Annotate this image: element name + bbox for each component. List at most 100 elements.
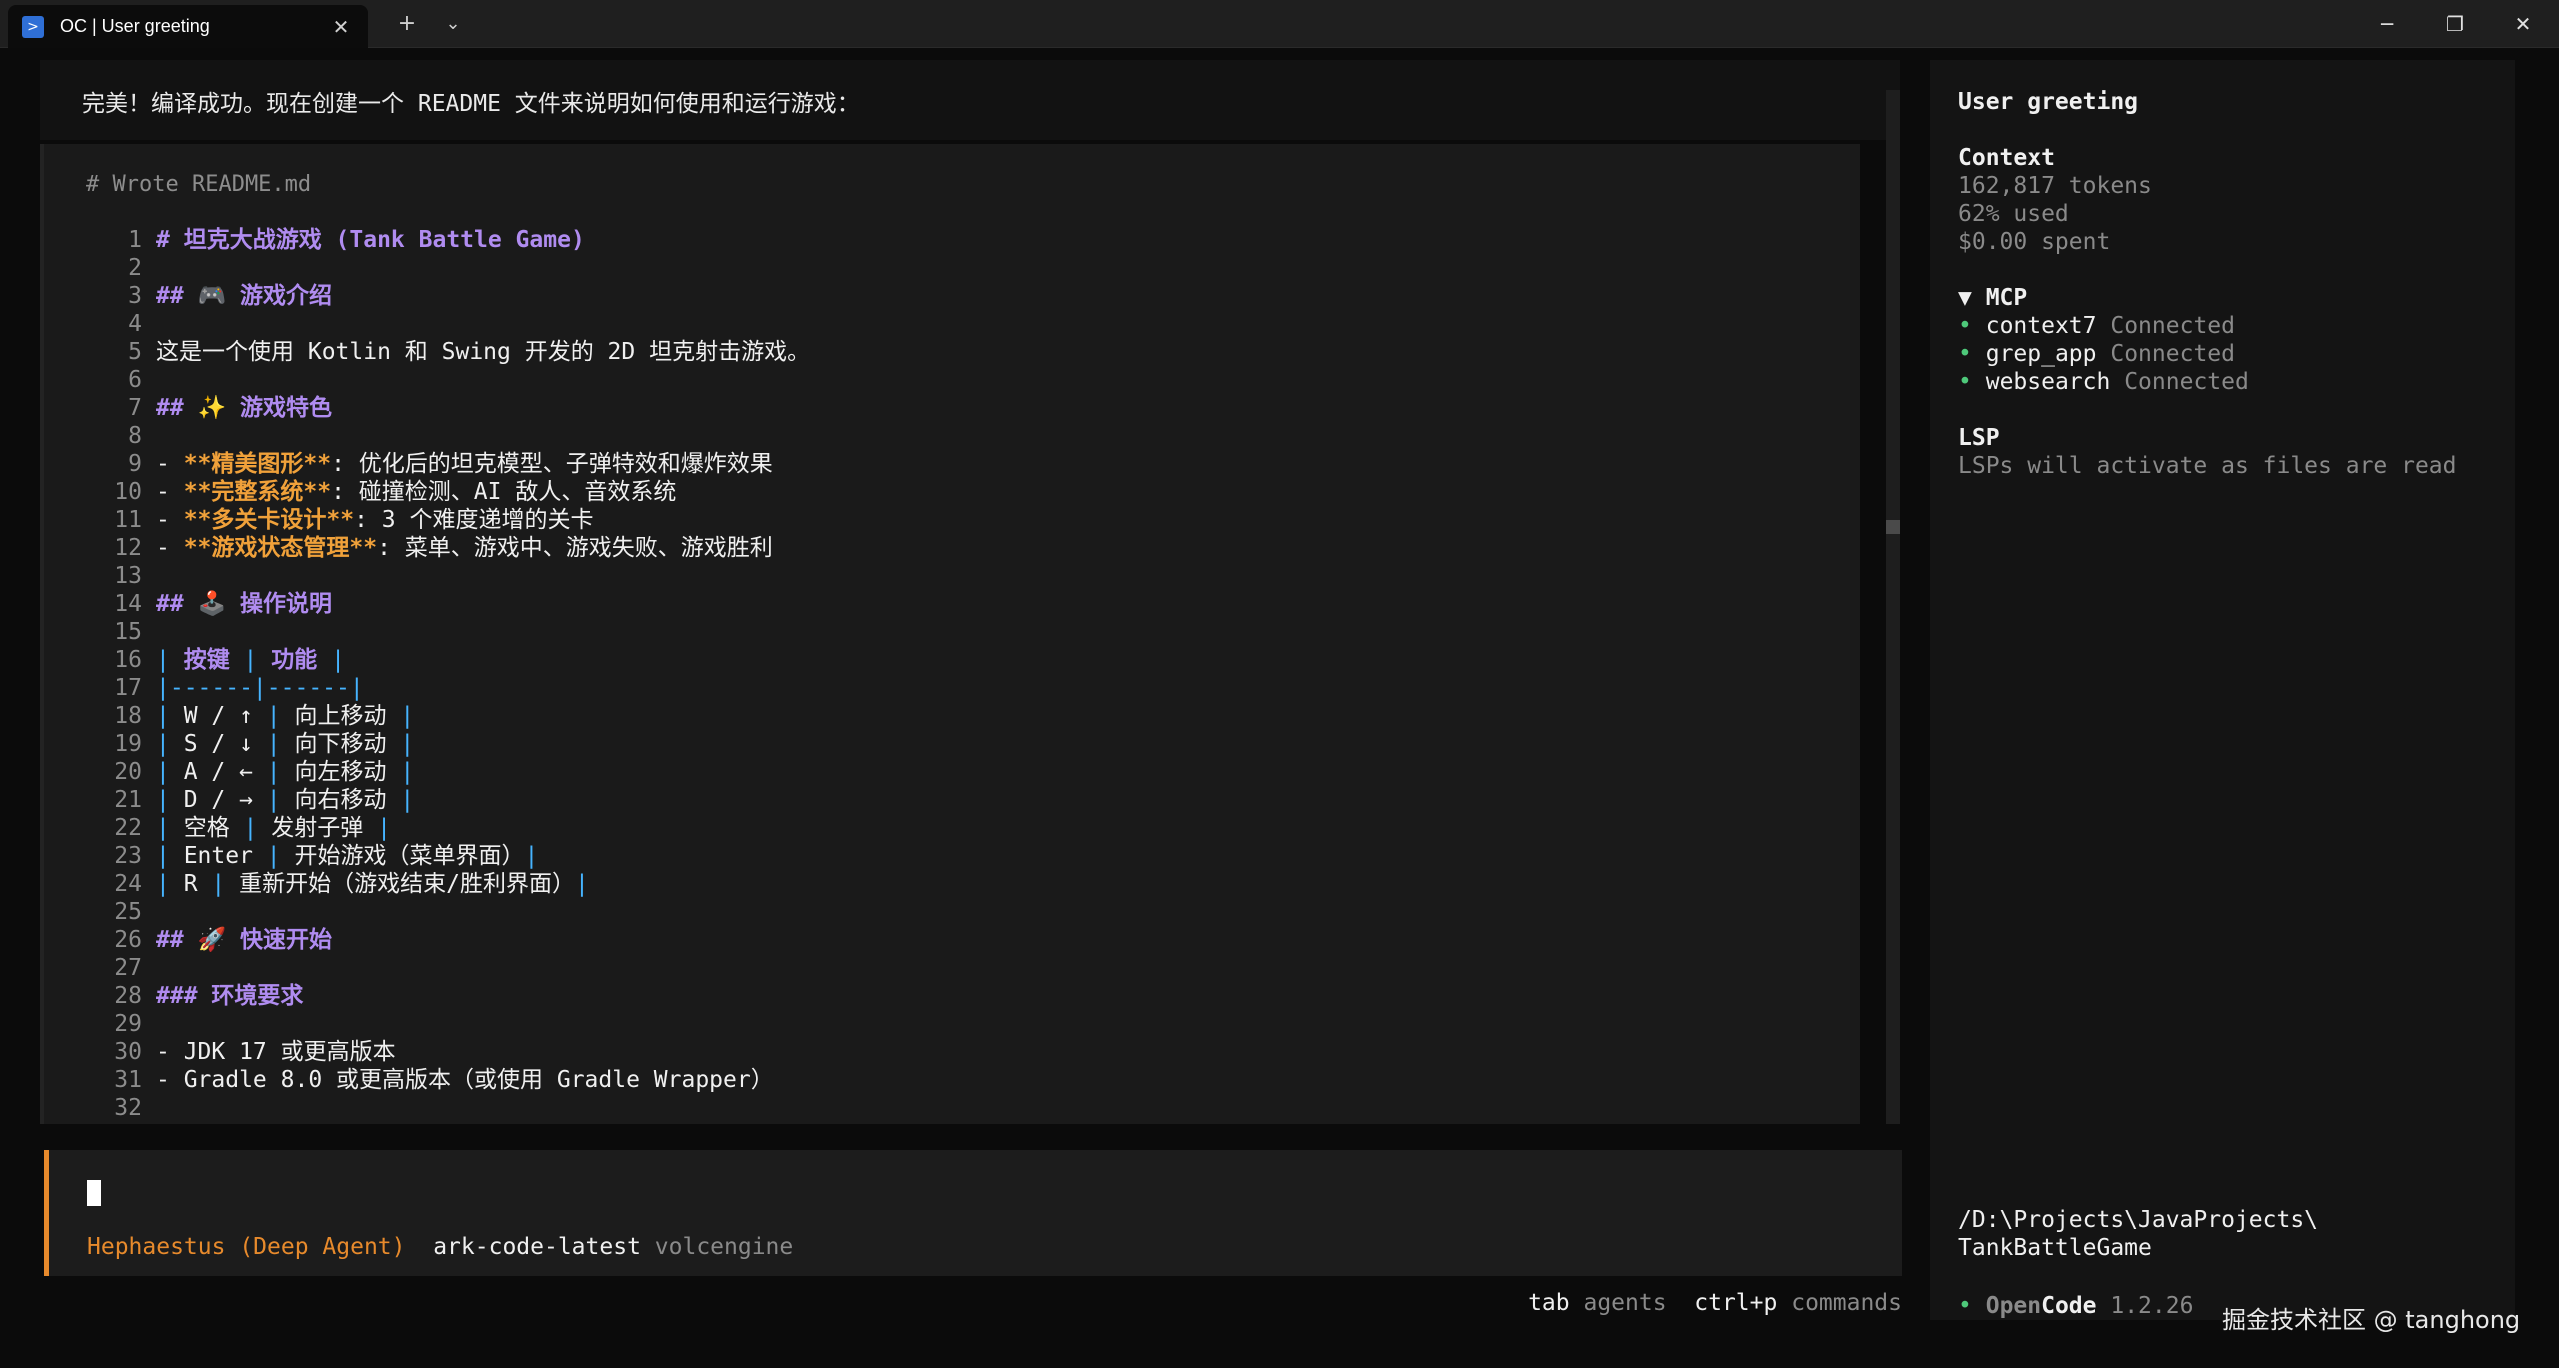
code-token: A / ← [183,759,253,785]
line-number: 22 [114,815,142,841]
code-token: | [252,703,295,729]
line-number: 18 [114,703,142,729]
code-line: 6 [86,366,810,394]
code-token: : 3 个难度递增的关卡 [354,507,594,533]
code-token: | [156,871,184,897]
code-line: 30 - JDK 17 或更高版本 [86,1038,810,1066]
close-window-icon[interactable]: ✕ [2489,0,2557,48]
line-number: 21 [114,787,142,813]
keyboard-hints: tab agents ctrl+p commands [1400,1290,1902,1316]
code-token: | [386,731,415,757]
code-token: - [156,535,184,561]
prompt-input[interactable]: Hephaestus (Deep Agent) ark-code-latest … [44,1150,1902,1276]
line-text: - **完整系统**: 碰撞检测、AI 敌人、音效系统 [156,478,676,506]
line-number: 24 [114,871,142,897]
code-token: 按键 [183,647,230,673]
code-token: - JDK 17 或更高版本 [156,1039,396,1065]
line-number: 7 [128,395,142,421]
line-number: 14 [114,591,142,617]
code-line: 9 - **精美图形**: 优化后的坦克模型、子弹特效和爆炸效果 [86,450,810,478]
code-token: S / ↓ [183,731,253,757]
line-text: - **游戏状态管理**: 菜单、游戏中、游戏失败、游戏胜利 [156,534,773,562]
provider-name: volcengine [654,1234,794,1260]
code-token: | [156,759,184,785]
line-number: 31 [114,1067,142,1093]
code-line: 3 ## 🎮 游戏介绍 [86,282,810,310]
code-token: 向右移动 [294,787,387,813]
code-token: | [197,871,240,897]
title-bar: > OC | User greeting ✕ + ⌄ ─ ❐ ✕ [0,0,2559,48]
tab-title: OC | User greeting [60,16,210,36]
tab-dropdown-icon[interactable]: ⌄ [436,10,470,38]
line-number: 17 [114,675,142,701]
code-line: 13 [86,562,810,590]
project-path-line1: /D:\Projects\JavaProjects\ [1958,1207,2319,1233]
tab-close-icon[interactable]: ✕ [328,15,354,39]
watermark: 掘金技术社区 @ tanghong [2222,1306,2521,1334]
line-number: 11 [114,507,142,533]
code-line: 25 [86,898,810,926]
line-number: 4 [128,311,142,337]
code-line: 16 | 按键 | 功能 | [86,646,810,674]
line-number: 29 [114,1011,142,1037]
line-text: ## 🕹️ 操作说明 [156,590,332,618]
scrollbar-thumb[interactable] [1886,520,1900,534]
line-text: | Enter | 开始游戏（菜单界面）| [156,842,538,870]
app-name-open: Open [1985,1293,2042,1319]
line-number: 20 [114,759,142,785]
code-token: 向左移动 [294,759,387,785]
code-token: 开始游戏（菜单界面） [294,843,525,869]
line-number: 13 [114,563,142,589]
agent-name[interactable]: Hephaestus (Deep Agent) [87,1234,406,1260]
model-name[interactable]: ark-code-latest [433,1234,641,1260]
code-token: : 碰撞检测、AI 敌人、音效系统 [331,479,677,505]
code-token: ## ✨ 游戏特色 [156,395,333,421]
project-path-line2: TankBattleGame [1958,1235,2152,1261]
code-line: 5 这是一个使用 Kotlin 和 Swing 开发的 2D 坦克射击游戏。 [86,338,810,366]
code-token: 功能 [271,647,318,673]
line-text: ## 🎮 游戏介绍 [156,282,332,310]
code-token: # 坦克大战游戏 (Tank Battle Game) [156,227,585,253]
new-tab-button[interactable]: + [390,10,424,38]
code-token: | [252,759,295,785]
agent-status-line: Hephaestus (Deep Agent) ark-code-latest … [87,1234,793,1260]
status-dot-icon: • [1958,341,1972,367]
code-line: 2 [86,254,810,282]
line-text: | W / ↑ | 向上移动 | [156,702,414,730]
code-token: Enter [183,843,253,869]
code-token: | [156,843,184,869]
code-line: 21 | D / → | 向右移动 | [86,786,810,814]
code-line: 27 [86,954,810,982]
code-lines: 1 # 坦克大战游戏 (Tank Battle Game) 2 3 ## 🎮 游戏介绍 4… [86,226,810,1122]
code-token: | [386,703,415,729]
restore-icon[interactable]: ❐ [2421,0,2489,48]
line-number: 15 [114,619,142,645]
code-token: 重新开始（游戏结束/胜利界面） [239,871,575,897]
chat-scrollbar[interactable] [1886,90,1900,1124]
code-token: | [252,731,295,757]
line-text: - **精美图形**: 优化后的坦克模型、子弹特效和爆炸效果 [156,450,773,478]
line-number: 3 [128,283,142,309]
status-dot-icon: • [1958,1293,1972,1319]
code-token: | [156,787,184,813]
code-token: 这是一个使用 Kotlin 和 Swing 开发的 2D 坦克射击游戏。 [156,339,811,365]
code-token: | [363,815,391,841]
code-line: 14 ## 🕹️ 操作说明 [86,590,810,618]
lsp-text: LSPs will activate as files are read [1958,453,2457,479]
line-text: | S / ↓ | 向下移动 | [156,730,414,758]
line-text: - **多关卡设计**: 3 个难度递增的关卡 [156,506,593,534]
minimize-icon[interactable]: ─ [2353,0,2421,48]
mcp-toggle[interactable]: ▼ MCP [1958,284,2027,312]
code-line: 4 [86,310,810,338]
hint-tab-key: tab [1528,1290,1570,1316]
code-token: **游戏状态管理** [183,535,378,561]
code-line: 10- **完整系统**: 碰撞检测、AI 敌人、音效系统 [86,478,810,506]
line-number: 6 [128,367,142,393]
code-token: ### 环境要求 [156,983,304,1009]
code-token: | [229,815,272,841]
line-number: 9 [128,451,142,477]
code-line: 12- **游戏状态管理**: 菜单、游戏中、游戏失败、游戏胜利 [86,534,810,562]
line-text: ## 🚀 快速开始 [156,926,332,954]
code-token: R [183,871,198,897]
terminal-tab[interactable]: > OC | User greeting ✕ [8,5,368,48]
